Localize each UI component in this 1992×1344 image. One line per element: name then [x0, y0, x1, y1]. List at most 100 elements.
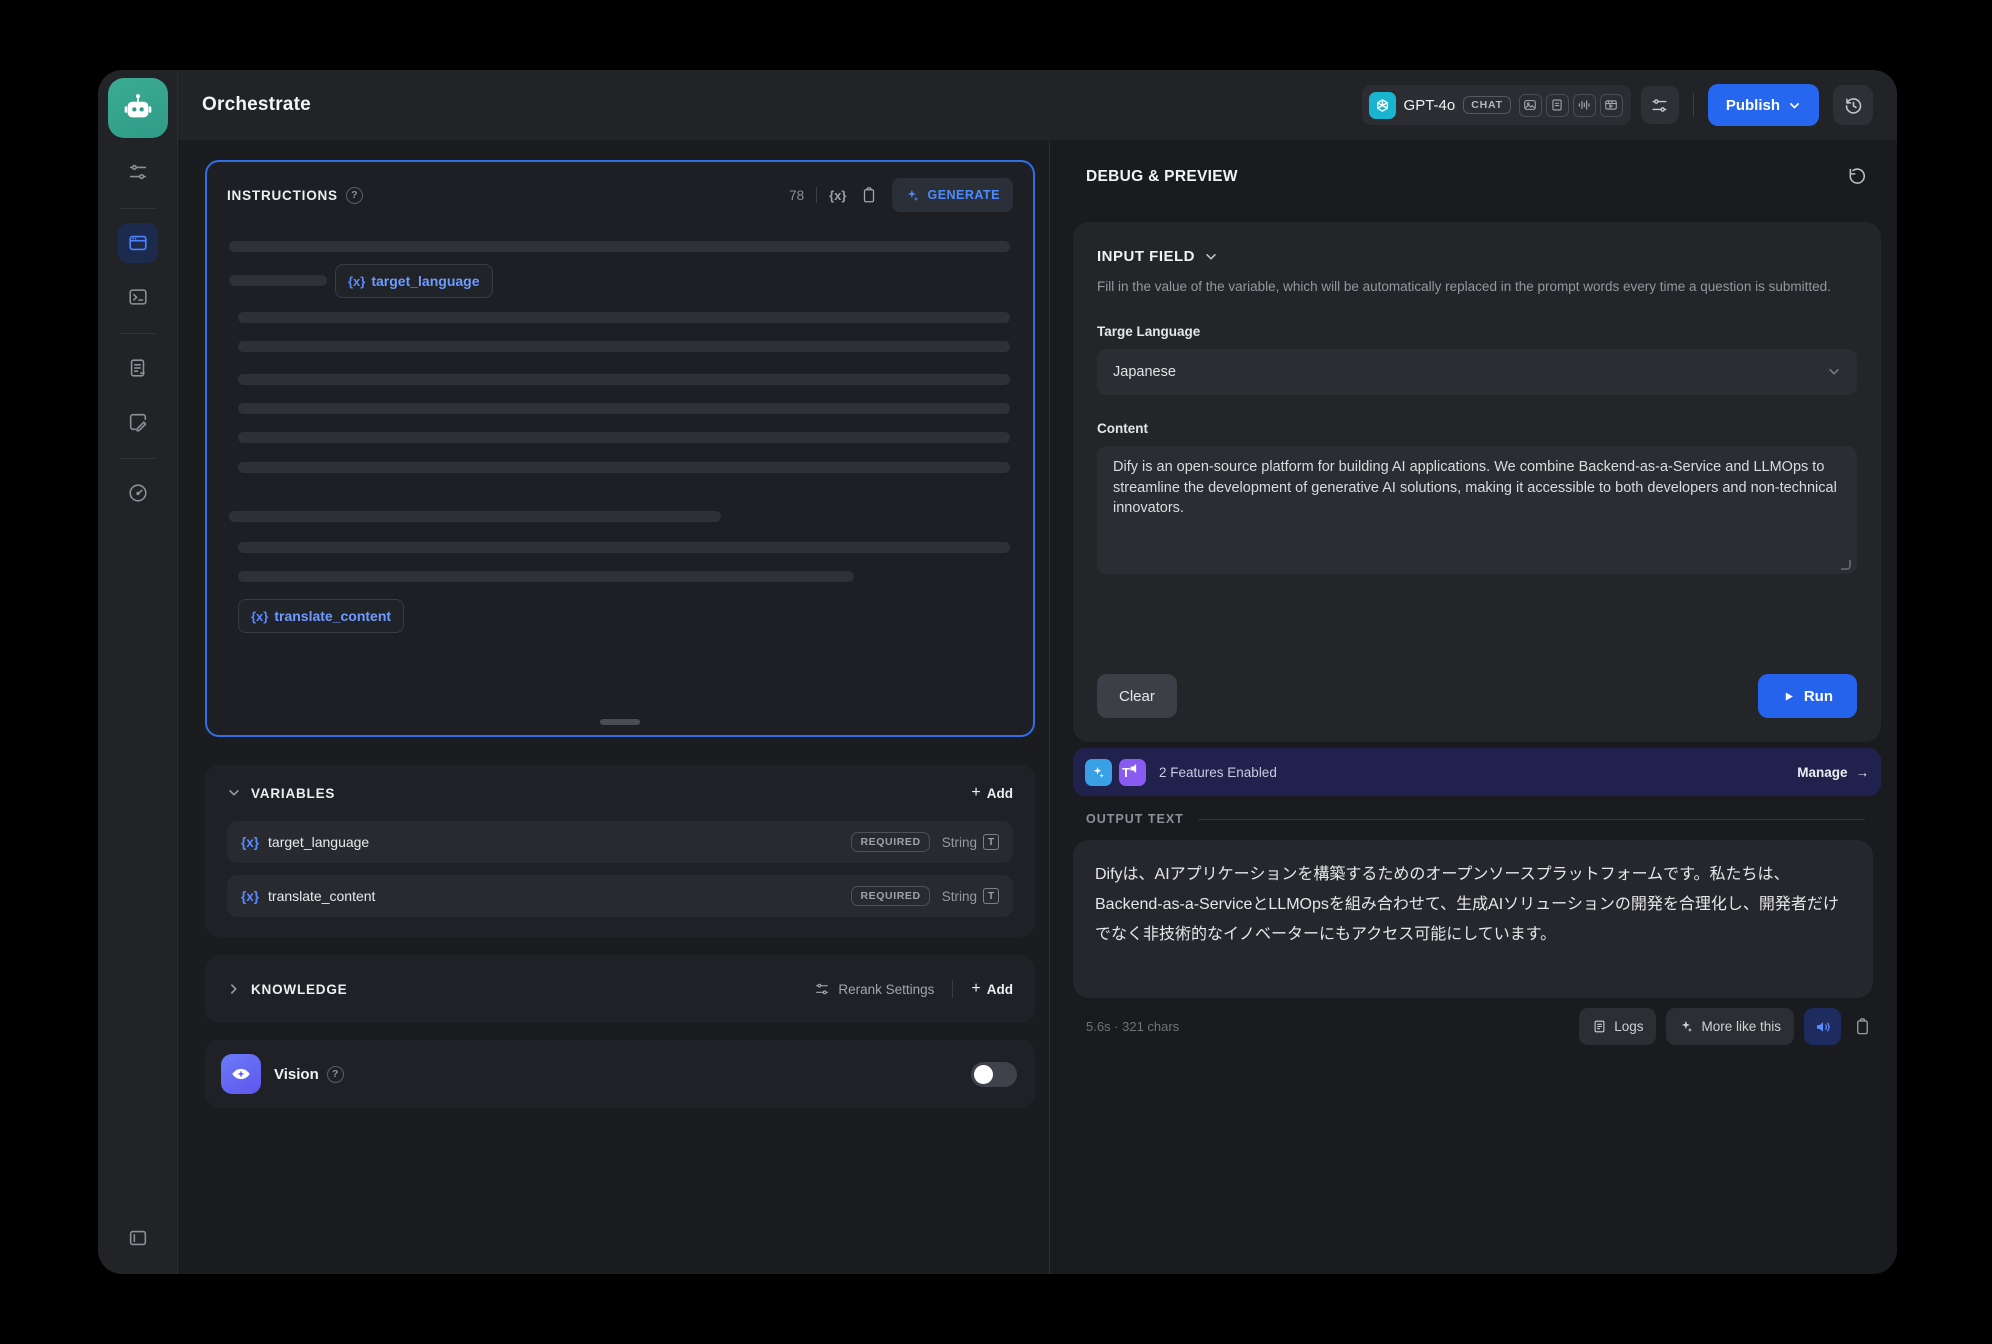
more-like-this-label: More like this [1701, 1019, 1781, 1034]
logs-button[interactable]: Logs [1579, 1008, 1656, 1045]
instructions-title: INSTRUCTIONS [227, 188, 338, 203]
chevron-down-icon [1827, 365, 1841, 379]
skeleton-line [238, 462, 1010, 473]
openai-logo-icon [1369, 92, 1396, 119]
skeleton-line [238, 403, 1010, 414]
help-icon[interactable]: ? [346, 187, 363, 204]
top-bar: Orchestrate GPT-4o CHAT [178, 70, 1897, 140]
add-label: Add [987, 786, 1013, 801]
string-type-icon: T [983, 834, 999, 850]
skeleton-line [229, 511, 721, 522]
skeleton-line [229, 241, 1010, 252]
chevron-down-icon[interactable] [227, 786, 241, 800]
content-label: Content [1097, 421, 1857, 436]
model-parameters-icon[interactable] [1641, 86, 1679, 124]
history-button[interactable] [1833, 85, 1873, 125]
divider [1198, 819, 1865, 820]
more-like-this-feature-icon [1085, 759, 1112, 786]
sidebar-item-terminal[interactable] [118, 277, 158, 317]
sidebar-item-orchestrate[interactable] [118, 223, 158, 263]
plus-icon: + [971, 980, 980, 998]
app-avatar[interactable] [108, 78, 168, 138]
help-icon[interactable]: ? [327, 1066, 344, 1083]
variable-type: String [942, 889, 977, 904]
variable-icon: {x} [348, 274, 365, 289]
input-field-header[interactable]: INPUT FIELD [1097, 248, 1857, 265]
restart-icon[interactable] [1846, 166, 1867, 187]
speak-aloud-button[interactable] [1804, 1008, 1841, 1045]
add-label: Add [987, 982, 1013, 997]
variable-icon: {x} [251, 609, 268, 624]
variable-chip-translate-content[interactable]: {x} translate_content [238, 599, 404, 633]
collapse-sidebar-icon[interactable] [118, 1218, 158, 1258]
resize-handle[interactable] [600, 719, 640, 725]
add-variable-button[interactable]: + Add [971, 784, 1013, 802]
sidebar-item-annotation[interactable] [118, 402, 158, 442]
output-text-title: OUTPUT TEXT [1086, 812, 1184, 826]
audio-capability-icon [1573, 94, 1596, 117]
app-window: Orchestrate GPT-4o CHAT [98, 70, 1897, 1274]
publish-button[interactable]: Publish [1708, 84, 1819, 126]
run-label: Run [1804, 688, 1833, 705]
input-field-card: INPUT FIELD Fill in the value of the var… [1073, 222, 1881, 742]
left-rail [98, 70, 178, 1274]
required-badge: REQUIRED [851, 832, 929, 852]
target-language-select[interactable]: Japanese [1097, 349, 1857, 395]
insert-variable-icon[interactable]: {x} [829, 188, 846, 203]
variables-panel: VARIABLES + Add {x} target_language REQU… [205, 765, 1035, 937]
generate-label: GENERATE [927, 188, 1000, 202]
clear-button[interactable]: Clear [1097, 674, 1177, 718]
model-name: GPT-4o [1404, 97, 1456, 114]
more-like-this-button[interactable]: More like this [1666, 1008, 1794, 1045]
input-field-description: Fill in the value of the variable, which… [1097, 277, 1845, 298]
arrow-right-icon: → [1856, 765, 1870, 780]
vision-icon [221, 1054, 261, 1094]
prompt-editor[interactable]: {x} target_language {x} [207, 218, 1033, 735]
chevron-right-icon[interactable] [227, 982, 241, 996]
chevron-down-icon [1204, 250, 1218, 264]
debug-preview-title: DEBUG & PREVIEW [1086, 168, 1238, 186]
output-card: Difyは、AIアプリケーションを構築するためのオープンソースプラットフォームで… [1073, 840, 1873, 998]
terminal-icon [127, 286, 149, 308]
target-language-value: Japanese [1113, 364, 1176, 380]
copy-output-icon[interactable] [1853, 1017, 1872, 1036]
edit-note-icon [127, 411, 149, 433]
vision-capability-icon [1519, 94, 1542, 117]
copy-icon[interactable] [860, 186, 878, 204]
vision-toggle[interactable] [971, 1062, 1017, 1087]
variables-title: VARIABLES [251, 786, 335, 801]
resize-corner[interactable] [1841, 560, 1851, 570]
model-selector[interactable]: GPT-4o CHAT [1362, 85, 1631, 125]
variable-chip-target-language[interactable]: {x} target_language [335, 264, 493, 298]
variable-type: String [942, 835, 977, 850]
generate-button[interactable]: GENERATE [892, 178, 1013, 212]
sidebar-item-monitoring[interactable] [118, 473, 158, 513]
play-icon [1782, 690, 1795, 703]
divider [120, 458, 156, 459]
variable-row-target-language[interactable]: {x} target_language REQUIRED StringT [227, 821, 1013, 863]
content-textarea[interactable]: Dify is an open-source platform for buil… [1097, 446, 1857, 574]
divider [120, 333, 156, 334]
variable-name: translate_content [268, 888, 375, 904]
manage-label: Manage [1797, 765, 1847, 780]
sidebar-item-logs[interactable] [118, 348, 158, 388]
document-list-icon [127, 357, 149, 379]
settings-sliders-icon[interactable] [118, 152, 158, 192]
run-button[interactable]: Run [1758, 674, 1857, 718]
skeleton-line [238, 571, 854, 582]
history-icon [1843, 95, 1864, 116]
rerank-settings-button[interactable]: Rerank Settings [814, 981, 934, 997]
window-icon [127, 232, 149, 254]
skeleton-line [238, 432, 1010, 443]
instructions-panel: INSTRUCTIONS ? 78 {x} [205, 160, 1035, 737]
required-badge: REQUIRED [851, 886, 929, 906]
speaker-icon [1814, 1018, 1832, 1036]
variable-row-translate-content[interactable]: {x} translate_content REQUIRED StringT [227, 875, 1013, 917]
features-bar[interactable]: T 2 Features Enabled Manage → [1073, 748, 1881, 796]
target-language-label: Targe Language [1097, 324, 1857, 339]
manage-features-button[interactable]: Manage → [1797, 765, 1869, 780]
skeleton-line [238, 374, 1010, 385]
divider [952, 980, 953, 998]
add-knowledge-button[interactable]: + Add [971, 980, 1013, 998]
variable-icon: {x} [241, 835, 259, 850]
